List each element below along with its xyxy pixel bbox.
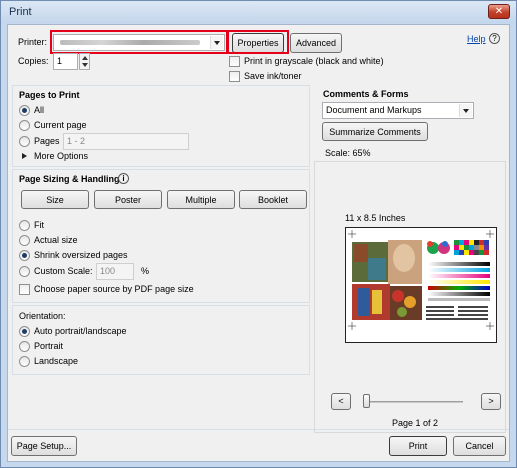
help-circle-icon[interactable]: ? <box>489 33 500 44</box>
info-icon[interactable]: i <box>118 173 129 184</box>
chevron-down-icon[interactable] <box>459 104 472 117</box>
printer-highlight-box <box>50 30 228 54</box>
tab-size[interactable]: Size <box>21 190 89 209</box>
radio-shrink-oversized-label: Shrink oversized pages <box>34 250 128 260</box>
page-indicator: Page 1 of 2 <box>392 418 439 428</box>
radio-fit-label: Fit <box>34 220 44 230</box>
footer-divider <box>8 429 509 430</box>
percent-sign: % <box>141 266 150 276</box>
comments-forms-heading: Comments & Forms <box>323 89 409 99</box>
summarize-comments-button[interactable]: Summarize Comments <box>322 122 428 141</box>
radio-auto-orientation-label: Auto portrait/landscape <box>34 326 127 336</box>
radio-current-page-label: Current page <box>34 120 87 130</box>
save-ink-checkbox[interactable] <box>229 71 240 82</box>
radio-pages[interactable] <box>19 136 30 147</box>
grayscale-checkbox[interactable] <box>229 56 240 67</box>
page-slider-thumb[interactable] <box>363 394 370 408</box>
custom-scale-value: 100 <box>100 266 116 276</box>
expand-triangle-icon[interactable] <box>22 153 27 159</box>
scale-readout: Scale: 65% <box>325 148 371 158</box>
grayscale-label: Print in grayscale (black and white) <box>244 56 384 66</box>
print-button[interactable]: Print <box>389 436 447 456</box>
paper-source-checkbox[interactable] <box>19 284 30 295</box>
more-options-link[interactable]: More Options <box>34 151 88 162</box>
pages-to-print-panel: Pages to Print All Current page Pages 1 … <box>12 85 310 167</box>
tab-booklet[interactable]: Booklet <box>239 190 307 209</box>
page-preview-thumbnail <box>348 230 494 330</box>
cancel-button-label: Cancel <box>465 441 494 451</box>
pages-range-value: 1 - 2 <box>67 136 86 146</box>
radio-landscape[interactable] <box>19 356 30 367</box>
print-button-label: Print <box>408 441 428 451</box>
page-sizing-panel: Page Sizing & Handling i Size Poster Mul… <box>12 169 310 303</box>
page-setup-button[interactable]: Page Setup... <box>11 436 77 456</box>
radio-fit[interactable] <box>19 220 30 231</box>
radio-all[interactable] <box>19 105 30 116</box>
radio-portrait-label: Portrait <box>34 341 64 351</box>
radio-actual-size[interactable] <box>19 235 30 246</box>
tab-poster-label: Poster <box>114 195 141 205</box>
summarize-comments-label: Summarize Comments <box>329 127 421 137</box>
radio-custom-scale-label: Custom Scale: <box>34 266 93 276</box>
preview-pane: 11 x 8.5 Inches < > Page 1 of 2 <box>314 161 506 433</box>
tab-size-label: Size <box>46 195 64 205</box>
radio-current-page[interactable] <box>19 120 30 131</box>
prev-page-button[interactable]: < <box>331 393 351 410</box>
tab-multiple-label: Multiple <box>185 195 217 205</box>
copies-input[interactable]: 1 <box>53 53 78 70</box>
pages-range-input[interactable]: 1 - 2 <box>63 133 189 150</box>
radio-auto-orientation[interactable] <box>19 326 30 337</box>
tab-poster[interactable]: Poster <box>94 190 162 209</box>
dialog-client-area: Printer: Properties Advanced Help ? Copi… <box>7 24 510 462</box>
page-slider-track[interactable] <box>363 401 463 403</box>
comments-forms-select[interactable]: Document and Markups <box>322 102 474 119</box>
window-title: Print <box>9 6 32 18</box>
radio-pages-label: Pages <box>34 136 60 146</box>
page-preview <box>345 227 497 343</box>
radio-actual-size-label: Actual size <box>34 235 78 245</box>
orientation-panel: Orientation: Auto portrait/landscape Por… <box>12 305 310 375</box>
custom-scale-input[interactable]: 100 <box>96 263 134 280</box>
help-link[interactable]: Help <box>467 34 486 45</box>
printer-label: Printer: <box>18 37 48 47</box>
page-sizing-heading: Page Sizing & Handling <box>19 174 120 184</box>
tab-multiple[interactable]: Multiple <box>167 190 235 209</box>
copies-spinner[interactable] <box>79 53 90 70</box>
spinner-up-icon[interactable] <box>82 56 88 60</box>
pages-to-print-heading: Pages to Print <box>19 90 80 100</box>
next-page-label: > <box>488 396 494 406</box>
page-setup-label: Page Setup... <box>16 441 72 451</box>
spinner-down-icon[interactable] <box>82 63 88 67</box>
radio-portrait[interactable] <box>19 341 30 352</box>
radio-all-label: All <box>34 105 45 115</box>
copies-label: Copies: <box>18 56 49 66</box>
copies-value: 1 <box>57 56 63 66</box>
orientation-heading: Orientation: <box>19 311 66 321</box>
paper-source-label: Choose paper source by PDF page size <box>34 284 194 294</box>
radio-custom-scale[interactable] <box>19 266 30 277</box>
radio-landscape-label: Landscape <box>34 356 79 366</box>
advanced-button-label: Advanced <box>295 38 337 48</box>
save-ink-label: Save ink/toner <box>244 71 302 81</box>
properties-highlight-box <box>227 30 289 54</box>
tab-booklet-label: Booklet <box>257 195 289 205</box>
next-page-button[interactable]: > <box>481 393 501 410</box>
comments-forms-value: Document and Markups <box>326 105 422 115</box>
close-button[interactable]: ✕ <box>488 4 510 19</box>
title-bar[interactable]: Print ✕ <box>1 1 516 23</box>
paper-size-label: 11 x 8.5 Inches <box>345 213 406 223</box>
radio-shrink-oversized[interactable] <box>19 250 30 261</box>
print-dialog-window: Print ✕ Printer: Properties Advanced Hel… <box>0 0 517 468</box>
cancel-button[interactable]: Cancel <box>453 436 506 456</box>
advanced-button[interactable]: Advanced <box>290 33 342 53</box>
prev-page-label: < <box>338 396 344 406</box>
close-icon: ✕ <box>494 6 504 17</box>
